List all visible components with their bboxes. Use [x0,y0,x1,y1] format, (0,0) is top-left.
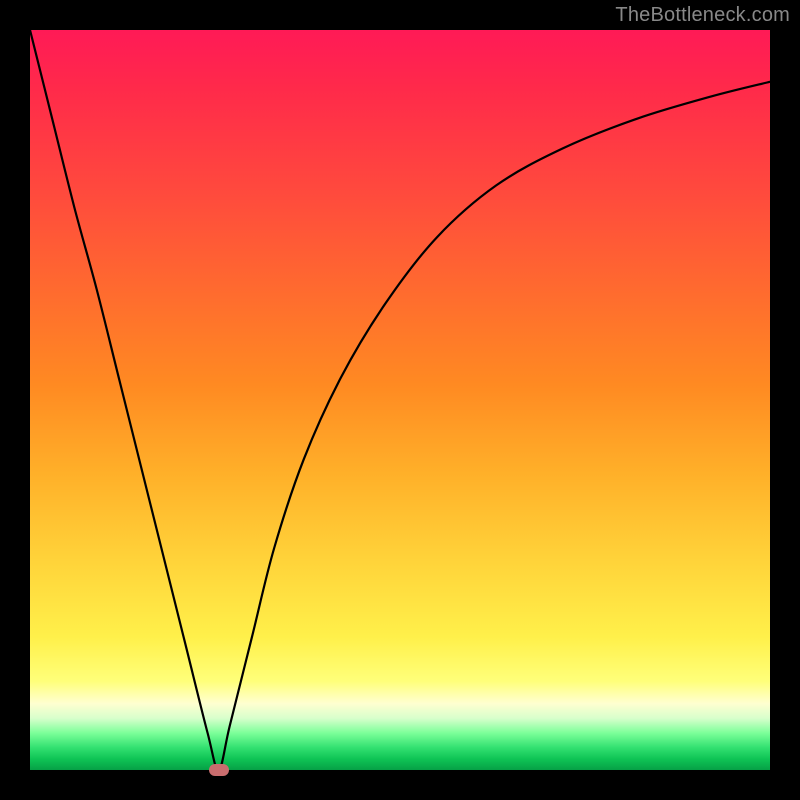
watermark-text: TheBottleneck.com [615,4,790,27]
plot-area [30,30,770,770]
chart-frame: TheBottleneck.com [0,0,800,800]
bottleneck-curve-path [30,30,770,770]
curve-svg [30,30,770,770]
optimum-marker [209,764,229,776]
